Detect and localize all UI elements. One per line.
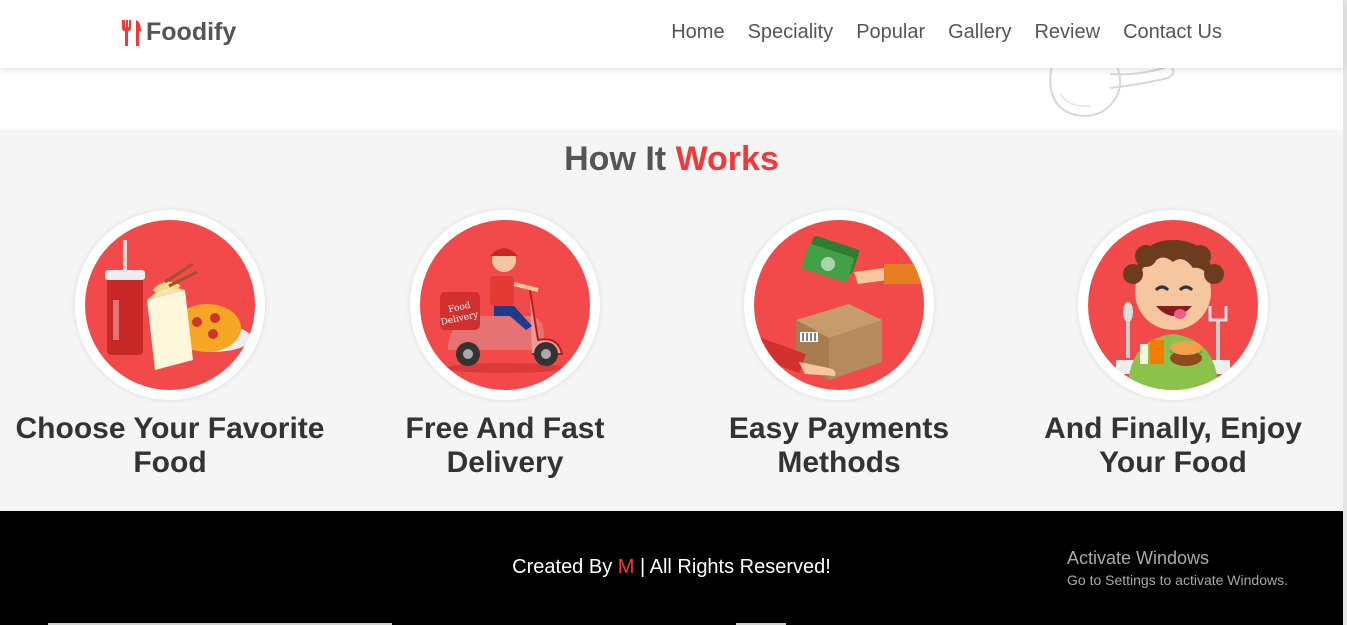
nav-link-gallery[interactable]: Gallery	[948, 21, 1011, 44]
hero-bottom-strip	[0, 68, 1343, 130]
page-scrollbar[interactable]	[1343, 0, 1347, 625]
nav-link-popular[interactable]: Popular	[856, 21, 925, 44]
step-image-frame: Food Delivery	[410, 210, 600, 400]
how-it-works-section: How It Works Choose Your Favorite Food F…	[0, 130, 1343, 511]
credit-author: M	[617, 556, 635, 578]
happy-eater-icon	[1116, 240, 1230, 390]
nav-links: Home Speciality Popular Gallery Review C…	[648, 21, 1222, 44]
heading-part-1: How It	[564, 140, 676, 178]
step-image-frame	[75, 210, 265, 400]
step-title: Choose Your Favorite Food	[15, 412, 325, 479]
step-image-frame	[1078, 210, 1268, 400]
step-title: Easy Payments Methods	[728, 412, 950, 479]
logo-link[interactable]: Foodify	[119, 18, 236, 47]
payment-exchange-icon	[754, 236, 924, 380]
heading-accent: Works	[675, 140, 779, 178]
logo-text: Foodify	[146, 18, 237, 46]
step-card-4: And Finally, Enjoy Your Food	[1013, 210, 1333, 480]
nav-link-home[interactable]: Home	[671, 21, 724, 44]
sketch-decoration-icon	[1049, 68, 1175, 117]
step-image-frame	[744, 210, 934, 400]
watermark-title: Activate Windows	[1067, 548, 1210, 568]
delivery-scooter-icon: Food Delivery	[440, 248, 565, 373]
fork-knife-icon	[122, 19, 141, 46]
step-card-1: Choose Your Favorite Food	[10, 210, 330, 480]
watermark-subtitle: Go to Settings to activate Windows.	[1067, 572, 1288, 588]
nav-link-review[interactable]: Review	[1034, 21, 1100, 44]
step-title: And Finally, Enjoy Your Food	[1044, 412, 1302, 479]
section-heading: How It Works	[0, 140, 1343, 179]
step-title: Free And Fast Delivery	[405, 412, 605, 479]
credit-prefix: Created By	[512, 556, 618, 578]
step-card-2: Food Delivery Free And Fast Delivery	[345, 210, 665, 480]
nav-link-contact[interactable]: Contact Us	[1123, 21, 1222, 44]
step-card-3: Easy Payments Methods	[679, 210, 999, 480]
navbar: Foodify Home Speciality Popular Gallery …	[0, 0, 1343, 68]
nav-link-speciality[interactable]: Speciality	[748, 21, 834, 44]
credit-rights: | All Rights Reserved!	[634, 556, 831, 578]
windows-activation-watermark: Activate Windows Go to Settings to activ…	[1067, 548, 1288, 588]
food-combo-icon	[105, 240, 251, 370]
